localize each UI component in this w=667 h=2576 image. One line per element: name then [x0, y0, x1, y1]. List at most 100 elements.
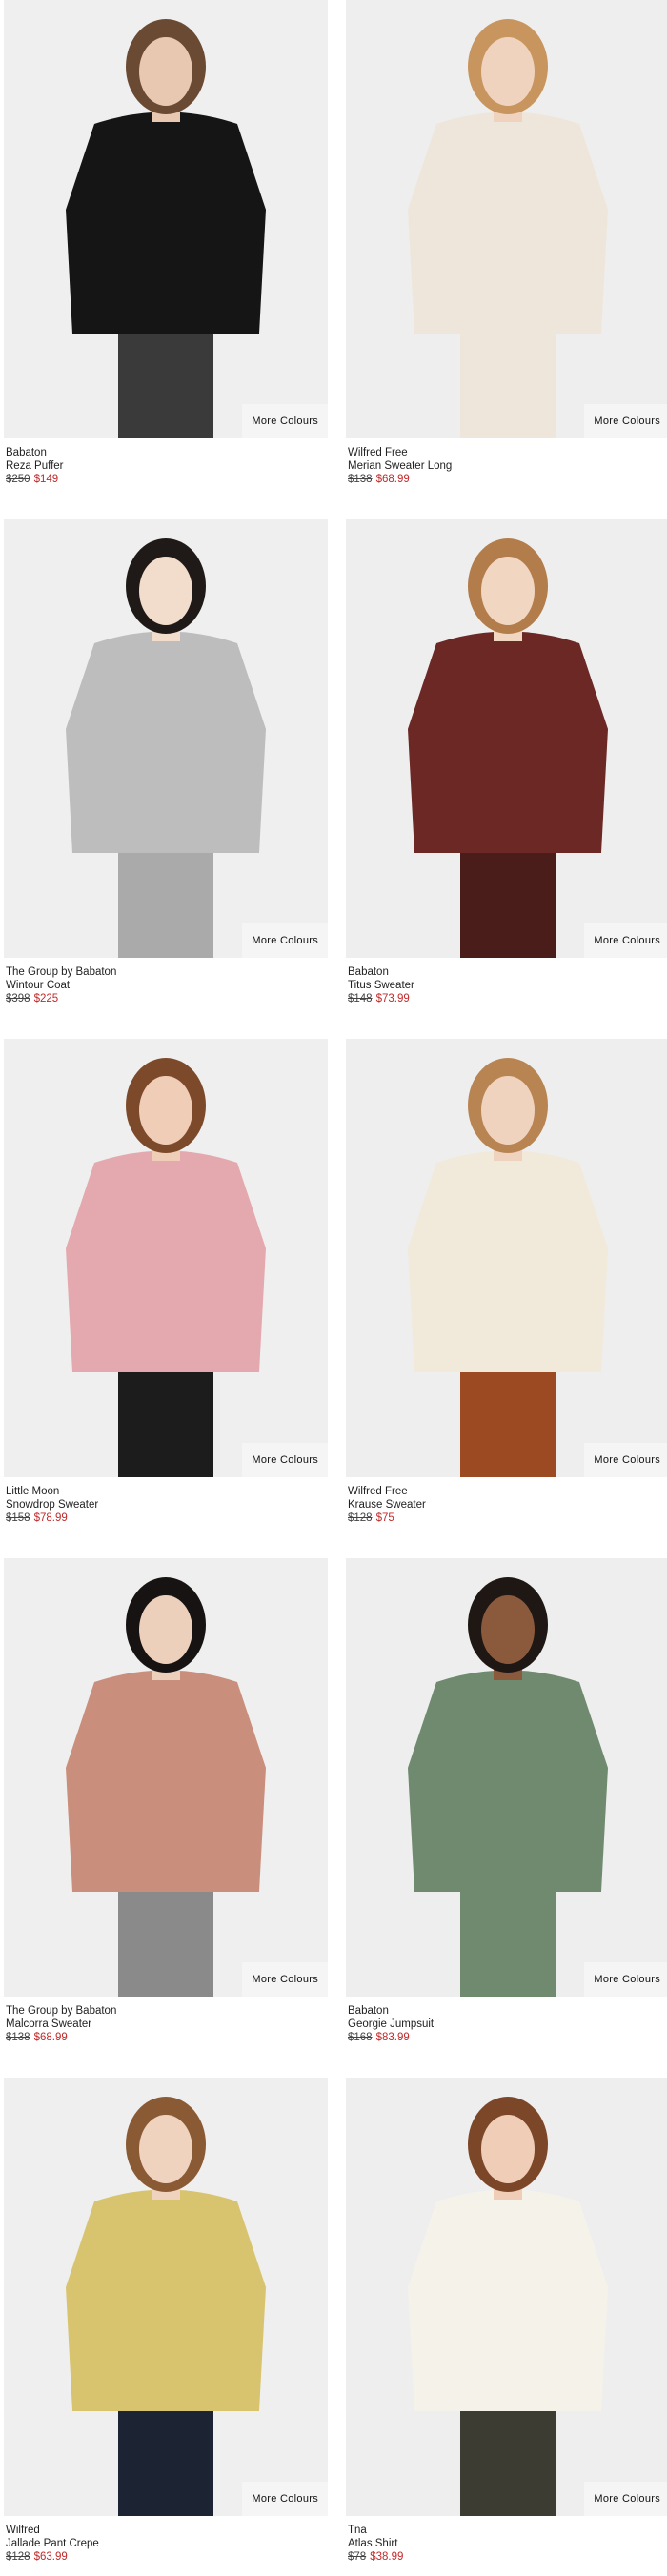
product-name[interactable]: Atlas Shirt	[348, 2537, 667, 2550]
more-colours-button[interactable]: More Colours	[242, 1962, 328, 1997]
product-card[interactable]: More Colours Tna Atlas Shirt $78 $38.99	[346, 2078, 667, 2576]
product-photo-illustration	[4, 1558, 328, 1997]
model-face	[139, 1595, 192, 1664]
product-brand[interactable]: Babaton	[348, 965, 667, 979]
product-card[interactable]: More Colours Wilfred Free Krause Sweater…	[346, 1039, 667, 1544]
product-photo-illustration	[346, 519, 667, 958]
model-garment	[66, 2189, 266, 2411]
product-info: The Group by Babaton Wintour Coat $398 $2…	[6, 965, 326, 1005]
product-name[interactable]: Titus Sweater	[348, 979, 667, 992]
product-image[interactable]: More Colours	[4, 1039, 328, 1477]
product-image[interactable]: More Colours	[346, 1039, 667, 1477]
model-garment	[408, 1150, 608, 1372]
product-info: Little Moon Snowdrop Sweater $158 $78.99	[6, 1485, 326, 1525]
product-brand[interactable]: The Group by Babaton	[6, 965, 326, 979]
model-garment	[408, 2189, 608, 2411]
more-colours-button[interactable]: More Colours	[242, 404, 328, 438]
product-image[interactable]: More Colours	[4, 0, 328, 438]
model-face	[139, 1076, 192, 1145]
more-colours-button[interactable]: More Colours	[242, 1443, 328, 1477]
product-photo-illustration	[346, 1558, 667, 1997]
product-card[interactable]: More Colours Little Moon Snowdrop Sweate…	[4, 1039, 328, 1544]
product-photo-illustration	[4, 1039, 328, 1477]
model-face	[139, 37, 192, 106]
product-brand[interactable]: Babaton	[348, 2004, 667, 2018]
product-image[interactable]: More Colours	[4, 519, 328, 958]
original-price: $398	[6, 993, 30, 1004]
product-name[interactable]: Wintour Coat	[6, 979, 326, 992]
product-info: Babaton Titus Sweater $148 $73.99	[348, 965, 667, 1005]
more-colours-button[interactable]: More Colours	[584, 1962, 667, 1997]
product-card[interactable]: More Colours Babaton Georgie Jumpsuit $1…	[346, 1558, 667, 2063]
product-image[interactable]: More Colours	[346, 2078, 667, 2516]
product-prices: $158 $78.99	[6, 1511, 326, 1525]
sale-price: $225	[33, 993, 59, 1004]
model-garment	[66, 1150, 266, 1372]
product-info: Babaton Reza Puffer $250 $149	[6, 446, 326, 486]
more-colours-button[interactable]: More Colours	[584, 404, 667, 438]
model-garment	[408, 1670, 608, 1892]
more-colours-button[interactable]: More Colours	[242, 923, 328, 958]
product-photo-illustration	[4, 2078, 328, 2516]
model-face	[481, 1076, 535, 1145]
model-face	[481, 557, 535, 625]
original-price: $128	[6, 2551, 30, 2563]
product-image[interactable]: More Colours	[4, 1558, 328, 1997]
sale-price: $63.99	[33, 2551, 68, 2563]
product-brand[interactable]: Tna	[348, 2524, 667, 2537]
product-prices: $148 $73.99	[348, 992, 667, 1005]
product-photo-illustration	[346, 1039, 667, 1477]
product-name[interactable]: Krause Sweater	[348, 1498, 667, 1511]
product-image[interactable]: More Colours	[346, 0, 667, 438]
model-garment	[66, 112, 266, 334]
sale-price: $149	[33, 474, 59, 485]
product-name[interactable]: Reza Puffer	[6, 459, 326, 473]
product-brand[interactable]: Little Moon	[6, 1485, 326, 1498]
product-brand[interactable]: Wilfred	[6, 2524, 326, 2537]
model-garment	[66, 1670, 266, 1892]
product-card[interactable]: More Colours Wilfred Free Merian Sweater…	[346, 0, 667, 505]
product-photo-illustration	[4, 0, 328, 438]
sale-price: $83.99	[375, 2032, 410, 2043]
product-card[interactable]: More Colours Wilfred Jallade Pant Crepe …	[4, 2078, 328, 2576]
more-colours-button[interactable]: More Colours	[584, 1443, 667, 1477]
product-name[interactable]: Jallade Pant Crepe	[6, 2537, 326, 2550]
original-price: $138	[6, 2032, 30, 2043]
sale-price: $73.99	[375, 993, 410, 1004]
product-image[interactable]: More Colours	[346, 1558, 667, 1997]
product-info: The Group by Babaton Malcorra Sweater $1…	[6, 2004, 326, 2044]
original-price: $168	[348, 2032, 373, 2043]
model-face	[481, 2115, 535, 2183]
original-price: $78	[348, 2551, 367, 2563]
product-brand[interactable]: Wilfred Free	[348, 446, 667, 459]
original-price: $148	[348, 993, 373, 1004]
sale-price: $78.99	[33, 1512, 68, 1524]
product-info: Wilfred Free Krause Sweater $128 $75	[348, 1485, 667, 1525]
product-prices: $398 $225	[6, 992, 326, 1005]
product-brand[interactable]: Babaton	[6, 446, 326, 459]
product-name[interactable]: Malcorra Sweater	[6, 2018, 326, 2031]
product-name[interactable]: Merian Sweater Long	[348, 459, 667, 473]
product-image[interactable]: More Colours	[346, 519, 667, 958]
product-card[interactable]: More Colours Babaton Titus Sweater $148 $…	[346, 519, 667, 1024]
product-card[interactable]: More Colours Babaton Reza Puffer $250 $14…	[4, 0, 328, 505]
original-price: $128	[348, 1512, 373, 1524]
product-prices: $138 $68.99	[348, 473, 667, 486]
product-info: Babaton Georgie Jumpsuit $168 $83.99	[348, 2004, 667, 2044]
model-face	[139, 2115, 192, 2183]
model-garment	[408, 112, 608, 334]
product-card[interactable]: More Colours The Group by Babaton Malcor…	[4, 1558, 328, 2063]
product-image[interactable]: More Colours	[4, 2078, 328, 2516]
more-colours-button[interactable]: More Colours	[584, 2482, 667, 2516]
product-card[interactable]: More Colours The Group by Babaton Wintou…	[4, 519, 328, 1024]
product-brand[interactable]: The Group by Babaton	[6, 2004, 326, 2018]
product-photo-illustration	[346, 2078, 667, 2516]
model-garment	[66, 631, 266, 853]
product-info: Wilfred Free Merian Sweater Long $138 $68…	[348, 446, 667, 486]
more-colours-button[interactable]: More Colours	[584, 923, 667, 958]
product-name[interactable]: Snowdrop Sweater	[6, 1498, 326, 1511]
product-name[interactable]: Georgie Jumpsuit	[348, 2018, 667, 2031]
more-colours-button[interactable]: More Colours	[242, 2482, 328, 2516]
sale-price: $68.99	[33, 2032, 68, 2043]
product-brand[interactable]: Wilfred Free	[348, 1485, 667, 1498]
